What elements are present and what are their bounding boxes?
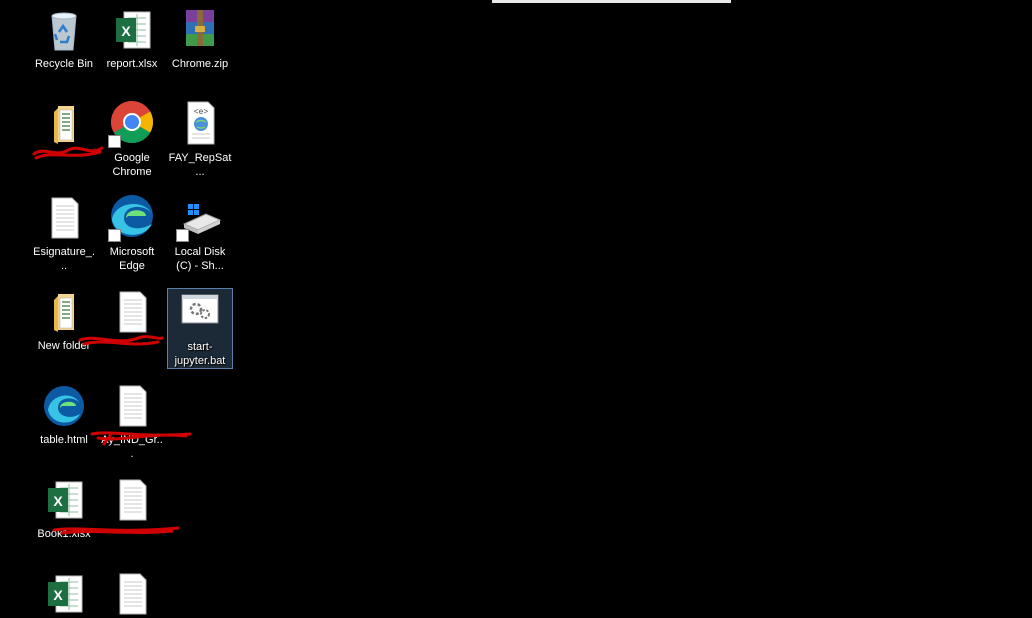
esignature-file[interactable]: Esignature_... bbox=[31, 194, 97, 273]
window-edge bbox=[492, 0, 731, 3]
icon-label: Google Chrome bbox=[112, 152, 152, 178]
excel-icon: X bbox=[40, 570, 88, 618]
text-document-icon bbox=[108, 382, 156, 430]
svg-text:X: X bbox=[53, 493, 63, 509]
microsoft-edge[interactable]: Microsoft Edge bbox=[99, 194, 165, 273]
edge-icon bbox=[108, 194, 156, 242]
svg-text:X: X bbox=[53, 587, 63, 603]
icon-label: Esignature_... bbox=[33, 246, 95, 272]
icon-label: FAY_RepSat... bbox=[168, 152, 232, 178]
excel-icon: X bbox=[108, 6, 156, 54]
text-document-icon bbox=[108, 476, 156, 524]
excel-icon: X bbox=[40, 476, 88, 524]
text-document-icon bbox=[108, 570, 156, 618]
fay-repsat-html[interactable]: <e> FAY_RepSat... bbox=[167, 100, 233, 179]
icon-label: report.xlsx bbox=[106, 58, 158, 70]
chrome-icon bbox=[108, 100, 156, 148]
icon-label-redacted bbox=[31, 151, 97, 165]
icon-label: Chrome.zip bbox=[171, 58, 229, 70]
icon-label: start-jupyter.bat bbox=[174, 341, 226, 367]
html-document-icon: <e> bbox=[176, 100, 224, 148]
redacted-file-1[interactable] bbox=[99, 288, 165, 353]
icon-label-redacted bbox=[99, 339, 165, 353]
svg-text:X: X bbox=[121, 23, 131, 39]
local-disk-shortcut[interactable]: Local Disk (C) - Sh... bbox=[167, 194, 233, 273]
excel-file-bottom[interactable]: X bbox=[31, 570, 97, 618]
text-document-icon bbox=[108, 288, 156, 336]
google-chrome[interactable]: Google Chrome bbox=[99, 100, 165, 179]
icon-label: Book1.xlsx bbox=[37, 528, 91, 540]
folder-icon bbox=[40, 288, 88, 336]
winrar-archive-icon bbox=[176, 6, 224, 54]
svg-text:<e>: <e> bbox=[194, 108, 209, 117]
report-xlsx[interactable]: X report.xlsx bbox=[99, 6, 165, 71]
text-file-bottom[interactable] bbox=[99, 570, 165, 618]
redacted-folder[interactable] bbox=[31, 100, 97, 165]
icon-label: New folder bbox=[37, 340, 91, 352]
text-document-icon bbox=[40, 194, 88, 242]
ay-ind-file[interactable]: Ay_IND_Gr... bbox=[99, 382, 165, 461]
icon-label: table.html bbox=[40, 434, 88, 446]
folder-icon bbox=[40, 100, 88, 148]
table-html[interactable]: table.html bbox=[31, 382, 97, 447]
desktop[interactable]: Recycle Bin Esignature_... New folder ta… bbox=[0, 0, 1032, 615]
icon-label: Local Disk (C) - Sh... bbox=[174, 246, 226, 272]
icon-label: Recycle Bin bbox=[34, 58, 94, 70]
shortcut-arrow-icon bbox=[108, 135, 121, 148]
icon-label: Microsoft Edge bbox=[109, 246, 155, 272]
recycle-bin-icon bbox=[40, 6, 88, 54]
batch-file-icon bbox=[176, 289, 224, 337]
new-folder[interactable]: New folder bbox=[31, 288, 97, 353]
recycle-bin[interactable]: Recycle Bin bbox=[31, 6, 97, 71]
icon-label: Ay_IND_Gr... bbox=[101, 434, 163, 460]
chrome-zip[interactable]: Chrome.zip bbox=[167, 6, 233, 71]
icon-label-redacted bbox=[99, 527, 165, 541]
redacted-file-2[interactable] bbox=[99, 476, 165, 541]
start-jupyter-bat[interactable]: start-jupyter.bat bbox=[167, 288, 233, 369]
local-disk-icon bbox=[176, 194, 224, 242]
shortcut-arrow-icon bbox=[176, 229, 189, 242]
edge-html-icon bbox=[40, 382, 88, 430]
shortcut-arrow-icon bbox=[108, 229, 121, 242]
book1-xlsx[interactable]: X Book1.xlsx bbox=[31, 476, 97, 541]
